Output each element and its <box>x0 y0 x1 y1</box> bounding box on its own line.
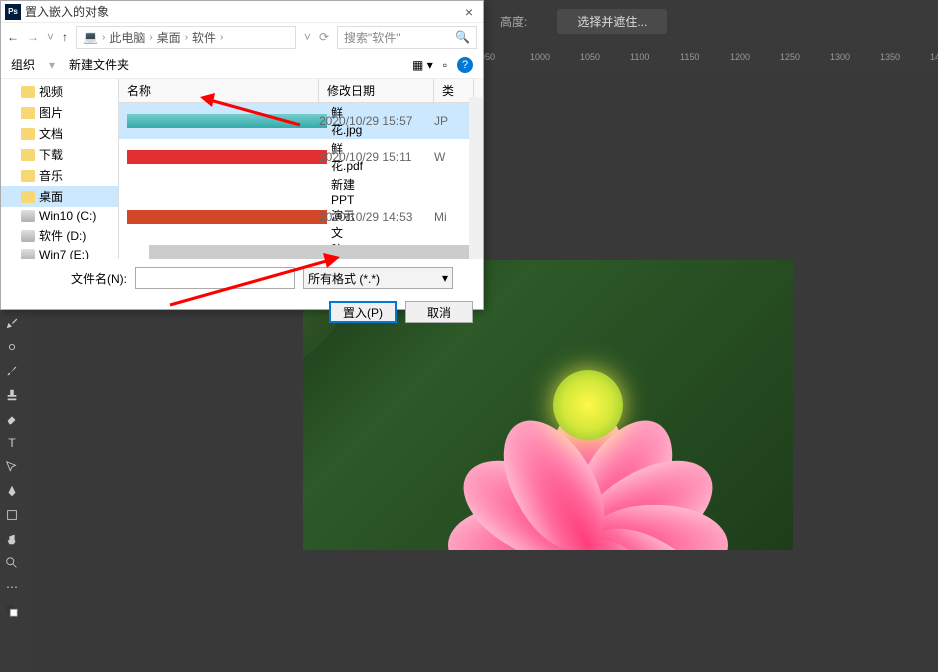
hand-tool[interactable] <box>0 528 24 550</box>
chevron-right-icon: › <box>185 32 188 43</box>
sidebar-item[interactable]: 下载 <box>1 144 118 165</box>
drive-icon <box>21 210 35 222</box>
height-label: 高度: <box>500 13 527 30</box>
file-row[interactable]: 鲜花.jpg2020/10/29 15:57JP <box>119 103 483 139</box>
folder-icon <box>21 191 35 203</box>
ppt-icon <box>127 210 327 224</box>
forward-arrow-icon[interactable]: → <box>27 30 39 44</box>
sidebar-item[interactable]: 图片 <box>1 102 118 123</box>
folder-icon <box>21 149 35 161</box>
chevron-right-icon: › <box>220 32 223 43</box>
dialog-nav: ← → ˅ ↑ 💻 › 此电脑 › 桌面 › 软件 › ˅ ⟳ 搜索"软件" 🔍 <box>1 23 483 51</box>
shape-tool[interactable] <box>0 504 24 526</box>
back-arrow-icon[interactable]: ← <box>7 30 19 44</box>
new-folder-button[interactable]: 新建文件夹 <box>69 56 129 73</box>
recent-dropdown-icon[interactable]: ˅ <box>47 30 54 44</box>
more-tool[interactable]: ⋯ <box>0 576 24 598</box>
preview-pane-icon[interactable]: ▫ <box>443 58 447 72</box>
breadcrumb[interactable]: 💻 › 此电脑 › 桌面 › 软件 › <box>76 26 296 49</box>
pdf-icon <box>127 150 327 164</box>
place-button[interactable]: 置入(P) <box>329 301 397 323</box>
view-mode-icon[interactable]: ▦ ▾ <box>412 58 433 72</box>
dialog-bottom: 文件名(N): 所有格式 (*.*) ▾ <box>1 259 483 297</box>
pen-tool[interactable] <box>0 480 24 502</box>
breadcrumb-item[interactable]: 桌面 <box>157 29 181 46</box>
refresh-icon[interactable]: ⟳ <box>319 30 329 44</box>
breadcrumb-item[interactable]: 此电脑 <box>109 29 145 46</box>
file-filter-select[interactable]: 所有格式 (*.*) ▾ <box>303 267 453 289</box>
chevron-right-icon: › <box>102 32 105 43</box>
date-column[interactable]: 修改日期 <box>319 79 434 102</box>
name-column[interactable]: 名称 <box>119 79 319 102</box>
eraser-tool[interactable] <box>0 408 24 430</box>
sidebar-item[interactable]: 软件 (D:) <box>1 225 118 246</box>
search-input[interactable]: 搜索"软件" 🔍 <box>337 26 477 49</box>
sidebar-item[interactable]: 文档 <box>1 123 118 144</box>
healing-tool[interactable] <box>0 336 24 358</box>
filename-input[interactable] <box>135 267 295 289</box>
type-tool[interactable]: T <box>0 432 24 454</box>
type-column[interactable]: 类 <box>434 79 474 102</box>
select-mask-button[interactable]: 选择并遮住... <box>557 9 667 34</box>
organize-menu[interactable]: 组织 <box>11 56 35 73</box>
list-header: 名称 修改日期 类 <box>119 79 483 103</box>
vertical-scrollbar[interactable] <box>469 97 483 259</box>
search-icon: 🔍 <box>455 30 470 44</box>
file-row[interactable]: 鲜花.pdf2020/10/29 15:11W <box>119 139 483 175</box>
path-tool[interactable] <box>0 456 24 478</box>
chevron-right-icon: › <box>149 32 152 43</box>
folder-icon <box>21 170 35 182</box>
ps-toolbar: T ⋯ <box>0 310 24 624</box>
cancel-button[interactable]: 取消 <box>405 301 473 323</box>
sidebar-item[interactable]: Win10 (C:) <box>1 207 118 225</box>
chevron-down-icon: ▾ <box>442 271 448 285</box>
sidebar-item[interactable]: Win7 (E:) <box>1 246 118 259</box>
file-list: 名称 修改日期 类 鲜花.jpg2020/10/29 15:57JP鲜花.pdf… <box>119 79 483 259</box>
drive-icon <box>21 249 35 259</box>
filename-label: 文件名(N): <box>71 270 127 287</box>
sidebar-item[interactable]: 音乐 <box>1 165 118 186</box>
place-embedded-dialog: Ps 置入嵌入的对象 × ← → ˅ ↑ 💻 › 此电脑 › 桌面 › 软件 ›… <box>0 0 484 310</box>
sidebar-item[interactable]: 视频 <box>1 81 118 102</box>
drive-icon <box>21 230 35 242</box>
breadcrumb-item[interactable]: 软件 <box>192 29 216 46</box>
brush-tool[interactable] <box>0 360 24 382</box>
folder-sidebar: 视频图片文档下载音乐桌面Win10 (C:)软件 (D:)Win7 (E:) <box>1 79 119 259</box>
dialog-toolbar: 组织 ▾ 新建文件夹 ▦ ▾ ▫ ? <box>1 51 483 79</box>
horizontal-scrollbar[interactable] <box>149 245 469 259</box>
ps-icon: Ps <box>5 4 21 20</box>
folder-icon <box>21 128 35 140</box>
dialog-titlebar: Ps 置入嵌入的对象 × <box>1 1 483 23</box>
annotation-dot <box>205 98 209 102</box>
close-icon[interactable]: × <box>459 4 479 20</box>
fg-bg-color[interactable] <box>0 600 24 622</box>
img-icon <box>127 114 327 128</box>
folder-icon <box>21 107 35 119</box>
photoshop-app: 高度: 选择并遮住... 500550600650700750800850900… <box>0 0 938 672</box>
dialog-title: 置入嵌入的对象 <box>25 3 109 20</box>
folder-icon <box>21 86 35 98</box>
stamp-tool[interactable] <box>0 384 24 406</box>
pc-icon: 💻 <box>83 30 98 44</box>
sidebar-item[interactable]: 桌面 <box>1 186 118 207</box>
help-icon[interactable]: ? <box>457 57 473 73</box>
up-arrow-icon[interactable]: ↑ <box>62 30 68 44</box>
chevron-down-icon[interactable]: ˅ <box>304 30 311 44</box>
zoom-tool[interactable] <box>0 552 24 574</box>
